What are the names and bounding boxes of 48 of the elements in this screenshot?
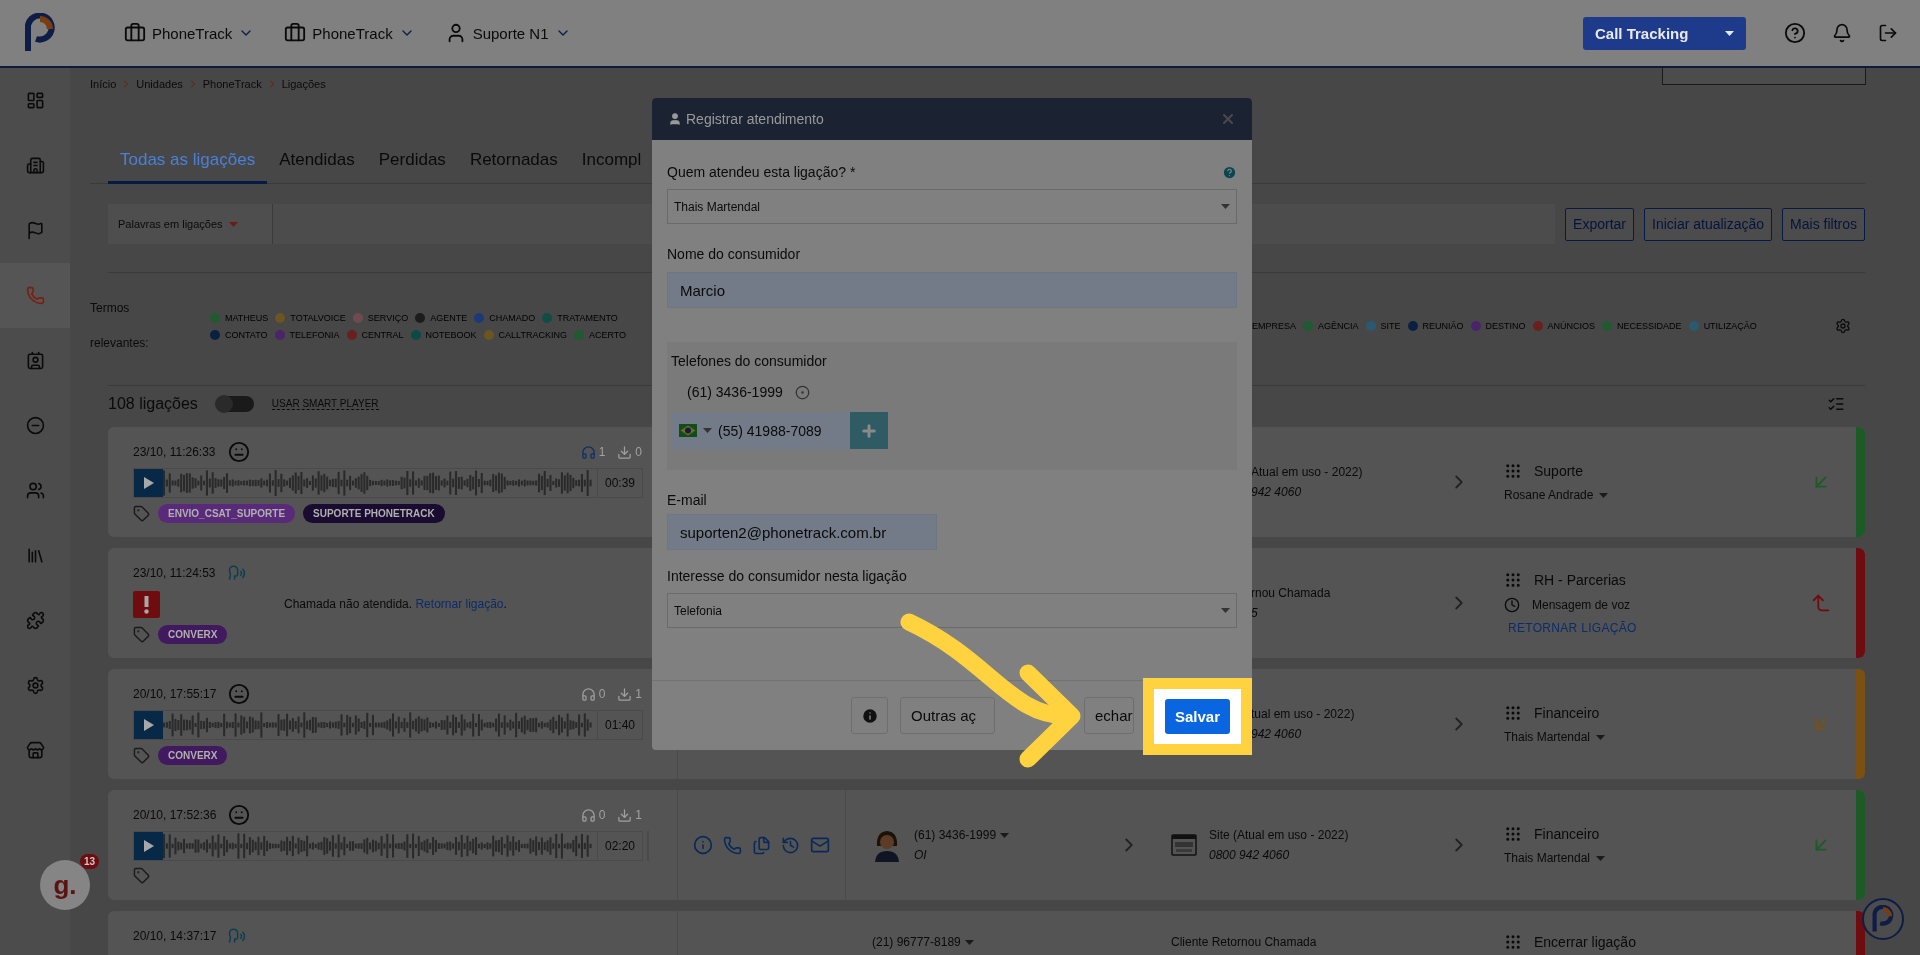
source-number: 942 4060 bbox=[1251, 485, 1303, 499]
carrier: OI bbox=[914, 848, 928, 862]
source-number: 0800 942 4060 bbox=[1209, 848, 1291, 862]
duration: 02:20 bbox=[597, 832, 642, 860]
missed-call-message: Chamada não atendida. Retornar ligação. bbox=[284, 597, 507, 611]
tag: SUPORTE PHONETRACK bbox=[303, 504, 445, 523]
source-number: 942 4060 bbox=[1251, 727, 1303, 741]
phone-number: (61) 3436-1999 bbox=[687, 384, 783, 400]
duration: 01:40 bbox=[597, 711, 642, 739]
duration: 00:39 bbox=[597, 469, 642, 497]
department-name: Encerrar ligação bbox=[1534, 934, 1636, 950]
department-name: Financeiro bbox=[1534, 826, 1600, 842]
call-count: 108 ligações bbox=[108, 395, 198, 413]
download-count: 0 bbox=[635, 445, 642, 459]
call-date: 23/10, 11:26:33 bbox=[133, 445, 216, 459]
listen-count: 0 bbox=[598, 687, 606, 701]
source-name: Site (Atual em uso - 2022) bbox=[1209, 828, 1349, 842]
tag: ENVIO_CSAT_SUPORTE bbox=[158, 504, 296, 523]
listen-count: 1 bbox=[598, 445, 606, 459]
call-date: 20/10, 17:52:36 bbox=[133, 808, 217, 822]
notification-count: 13 bbox=[80, 854, 100, 869]
source-name: Cliente Retornou Chamada bbox=[1171, 935, 1317, 949]
call-date: 20/10, 17:55:17 bbox=[133, 687, 217, 701]
smart-player-label: USAR SMART PLAYER bbox=[271, 398, 379, 410]
field-label: E-mail bbox=[667, 492, 707, 508]
source-name: rnou Chamada bbox=[1251, 586, 1331, 600]
call-status: Mensagem de voz bbox=[1532, 598, 1631, 612]
source-name: tual em uso - 2022) bbox=[1251, 707, 1355, 721]
source-name: Atual em uso - 2022) bbox=[1251, 465, 1363, 479]
field-label: Telefones do consumidor bbox=[671, 353, 827, 369]
download-count: 1 bbox=[635, 808, 642, 822]
tag: CONVERX bbox=[158, 746, 228, 765]
phone-number: (61) 3436-1999 bbox=[914, 828, 997, 842]
tag: CONVERX bbox=[158, 625, 228, 644]
listen-count: 0 bbox=[598, 808, 606, 822]
field-label: Nome do consumidor bbox=[667, 246, 801, 262]
phone-number: (21) 96777-8189 bbox=[872, 935, 961, 949]
department-name: RH - Parcerias bbox=[1534, 572, 1626, 588]
terms-label: Termos relevantes: bbox=[90, 300, 150, 352]
field-label: Quem atendeu esta ligação? * bbox=[667, 164, 856, 180]
call-date: 23/10, 11:24:53 bbox=[133, 566, 216, 580]
download-count: 1 bbox=[635, 687, 642, 701]
dialog-title: Registrar atendimento bbox=[686, 111, 824, 127]
call-date: 20/10, 14:37:17 bbox=[133, 929, 217, 943]
source-number: 5 bbox=[1251, 606, 1259, 620]
department-name: Suporte bbox=[1534, 463, 1584, 479]
field-label: Interesse do consumidor nesta ligação bbox=[667, 568, 907, 584]
department-name: Financeiro bbox=[1534, 705, 1600, 721]
